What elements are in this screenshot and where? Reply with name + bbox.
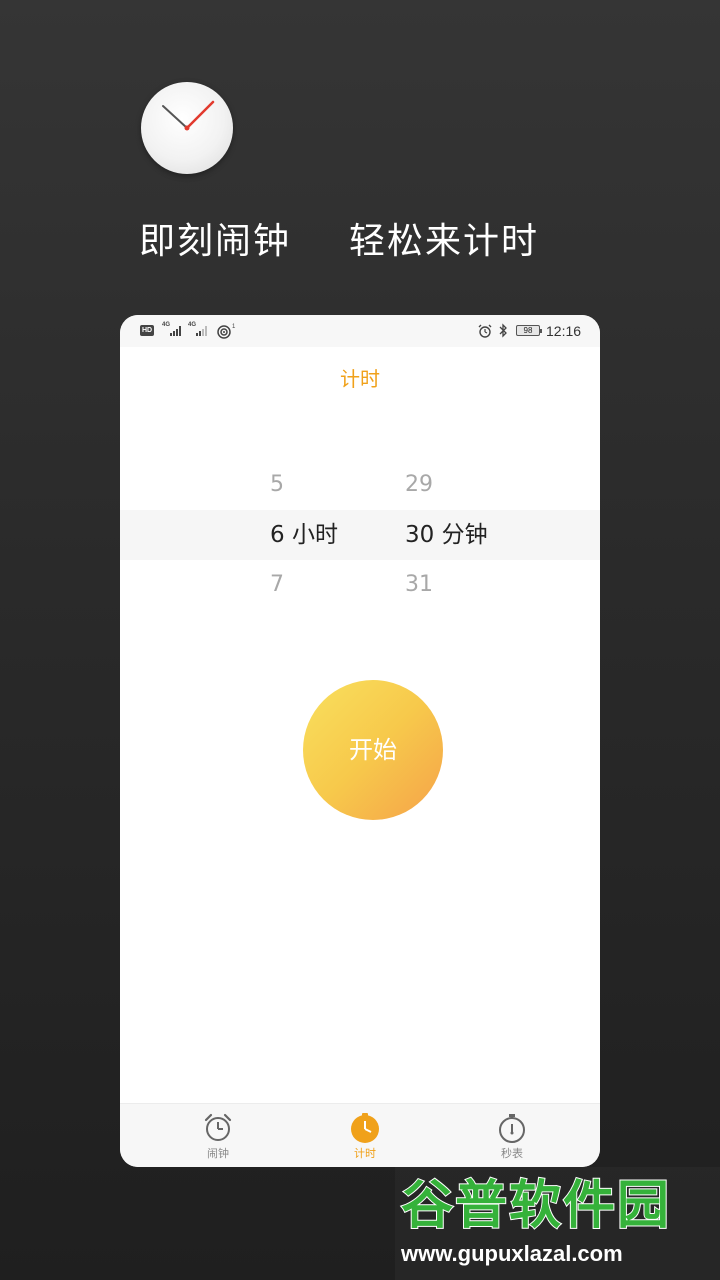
headline-left: 即刻闹钟	[139, 221, 292, 262]
phone-screen: HD 4G 4G 1 98 12:16 计时 5 6 小时 7 29 30 分钟…	[120, 315, 600, 1167]
minutes-prev[interactable]: 29	[405, 460, 433, 510]
start-button[interactable]: 开始	[303, 680, 443, 820]
status-right: 98 12:16	[460, 315, 600, 347]
tab-stopwatch[interactable]: 秒表	[472, 1104, 552, 1167]
watermark-url: www.gupuxlazal.com	[401, 1241, 623, 1266]
tab-alarm[interactable]: 闹钟	[178, 1104, 258, 1167]
hours-next[interactable]: 7	[270, 560, 284, 610]
alarm-status-icon	[478, 324, 492, 338]
hd-badge: HD	[140, 325, 154, 336]
tab-alarm-label: 闹钟	[207, 1147, 229, 1160]
hours-prev[interactable]: 5	[270, 460, 284, 510]
tab-stopwatch-label: 秒表	[501, 1147, 523, 1160]
hours-selected[interactable]: 6 小时	[270, 510, 338, 560]
battery-indicator: 98	[516, 325, 542, 336]
headline: 即刻闹钟 轻松来计时	[0, 218, 720, 266]
hotspot-icon: 1	[217, 324, 236, 339]
minutes-selected[interactable]: 30 分钟	[405, 510, 488, 560]
status-bar: HD 4G 4G 1 98 12:16	[120, 315, 600, 347]
picker-selection-band	[120, 510, 600, 560]
page-title: 计时	[340, 367, 380, 391]
headline-right: 轻松来计时	[349, 221, 540, 262]
tab-timer[interactable]: 计时	[325, 1104, 405, 1167]
minutes-next[interactable]: 31	[405, 560, 433, 610]
stopwatch-icon	[499, 1114, 525, 1143]
bluetooth-icon	[499, 323, 507, 338]
tab-bar: 闹钟 计时 秒表	[120, 1103, 600, 1167]
watermark-title: 谷普软件园	[400, 1175, 672, 1237]
alarm-clock-icon	[204, 1113, 232, 1141]
svg-text:1: 1	[232, 324, 236, 330]
status-time: 12:16	[546, 323, 582, 339]
duration-picker[interactable]: 5 6 小时 7 29 30 分钟 31	[120, 460, 600, 610]
site-watermark: 谷普软件园 www.gupuxlazal.com	[395, 1167, 720, 1280]
app-clock-icon	[141, 82, 233, 174]
tab-timer-label: 计时	[354, 1147, 376, 1160]
timer-icon	[351, 1113, 379, 1143]
